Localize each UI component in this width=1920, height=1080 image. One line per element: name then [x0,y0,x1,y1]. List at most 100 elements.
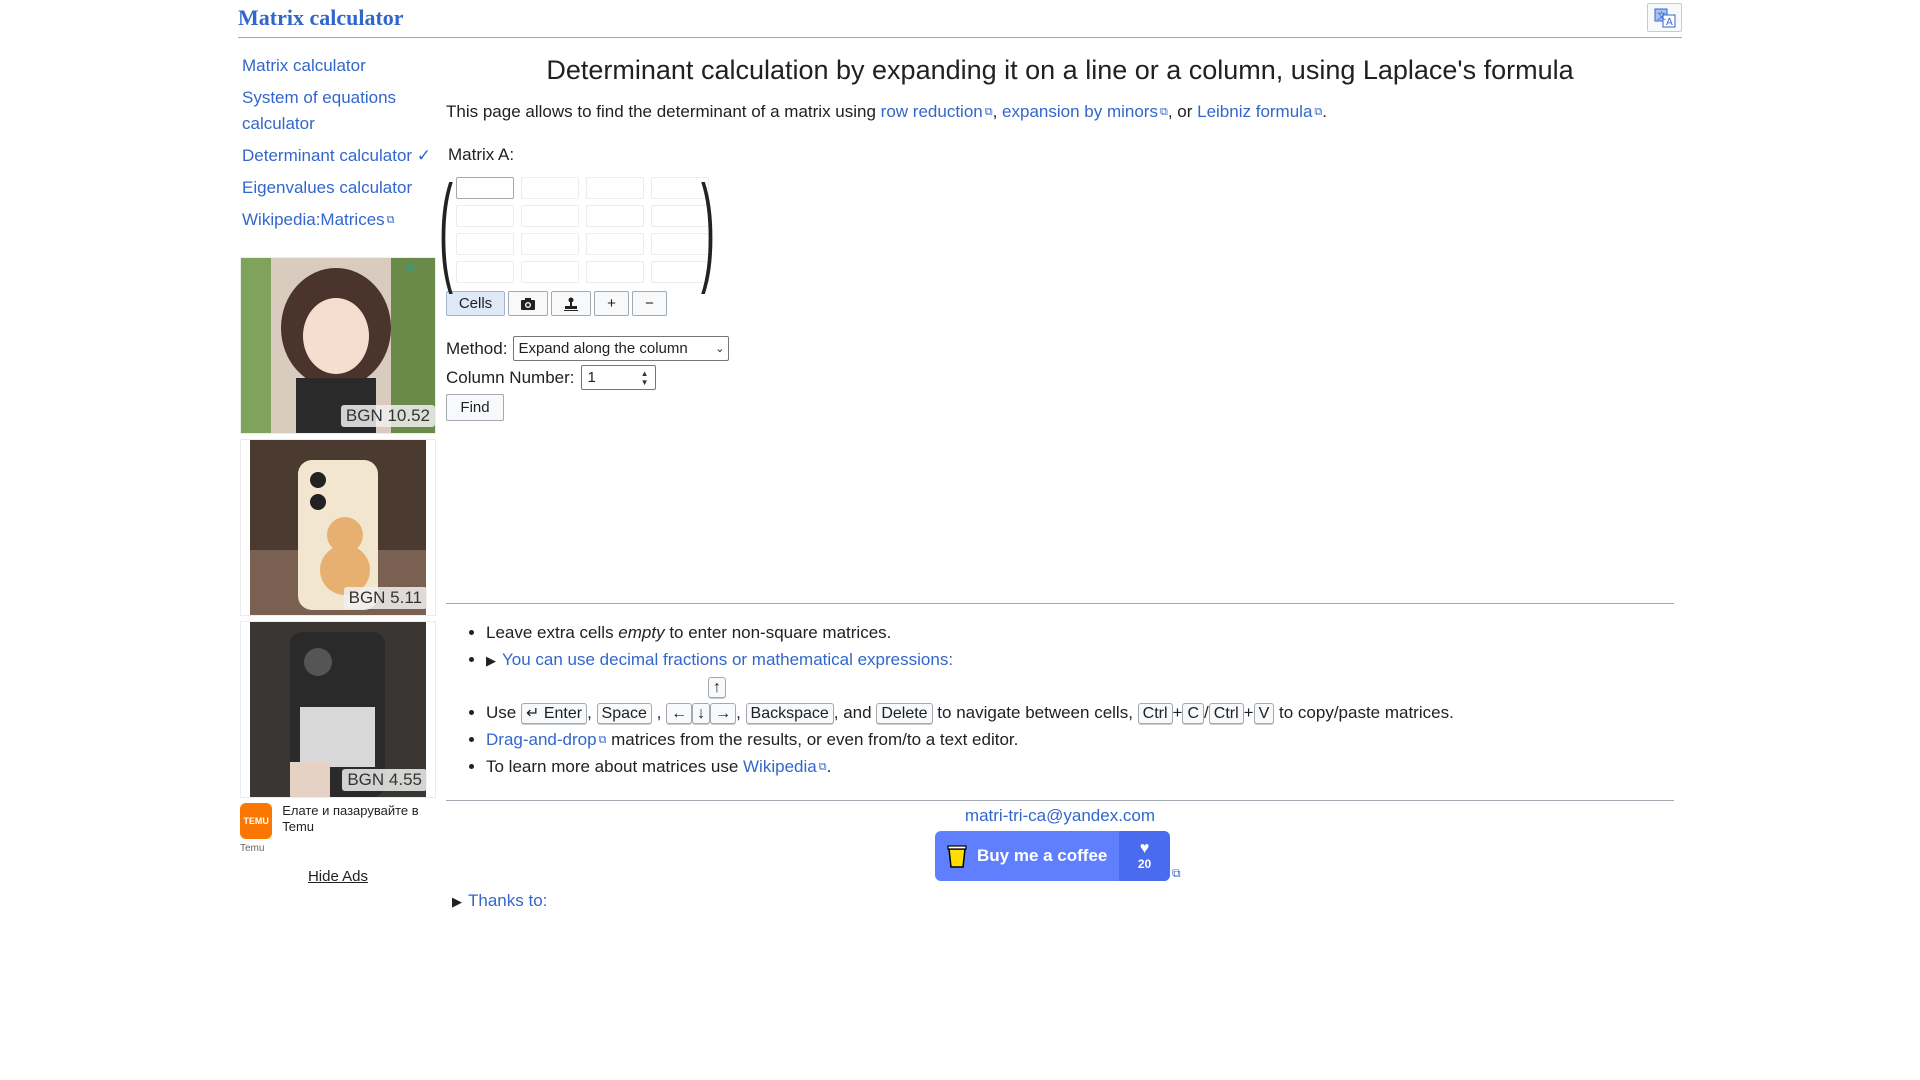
chevron-down-icon: ⌄ [715,343,725,355]
matrix-cell[interactable] [521,177,579,199]
help-text: To learn more about matrices use [486,757,744,776]
help-text: to navigate between cells, [932,703,1138,722]
help-text: Leave extra cells [486,623,619,642]
sidebar-item-system-of-equations[interactable]: System of equations calculator [238,82,438,140]
matrix-cell[interactable] [586,233,644,255]
key-backspace: Backspace [745,703,834,724]
key-delete: Delete [876,703,933,724]
drag-and-drop-link[interactable]: Drag-and-drop [486,730,597,749]
expand-triangle-icon[interactable]: ▶ [452,894,462,909]
sidebar-item-wikipedia[interactable]: Wikipedia:Matrices ⧉ [238,204,438,236]
thanks-section: ▶ Thanks to: [452,891,547,911]
matrix-input: ( ) [439,168,746,288]
separator: , [992,102,1003,121]
method-select[interactable]: Expand along the column ⌄ [513,336,730,361]
camera-icon [521,297,535,310]
list-item: ▶ You can use decimal fractions or mathem… [486,648,1674,673]
coffee-label: Buy me a coffee [977,846,1108,865]
thanks-toggle[interactable]: Thanks to: [468,891,547,910]
ad-advertiser-label: Temu [240,843,265,854]
left-parenthesis: ( [438,161,453,295]
matrix-cell[interactable] [521,205,579,227]
sidebar-item-label: Wikipedia:Matrices [242,210,385,229]
column-number-value: 1 [587,369,596,386]
key-ctrl: Ctrl [1208,703,1244,724]
translate-button[interactable]: 文 A [1647,3,1682,32]
svg-text:A: A [1666,17,1673,28]
find-button[interactable]: Find [446,394,504,421]
column-number-input[interactable]: 1 ▲ ▼ [580,365,656,390]
link-row-reduction[interactable]: row reduction [881,102,983,121]
stamp-button[interactable] [551,291,591,316]
coffee-main: Buy me a coffee [935,831,1119,881]
temu-logo: TEMU [240,803,273,839]
remove-cells-button[interactable]: − [632,291,667,316]
ad-card[interactable]: BGN 5.11 [240,439,436,616]
key-left: ← [666,703,693,724]
adchoices-icon[interactable]: ▷ [409,260,417,273]
key-c: C [1182,703,1205,724]
cells-button[interactable]: Cells [446,291,505,316]
matrix-cell[interactable] [456,261,514,283]
key-ctrl: Ctrl [1137,703,1173,724]
matrix-cell[interactable] [521,233,579,255]
camera-button[interactable] [508,291,548,316]
external-link-icon: ⧉ [1159,106,1168,118]
matrix-cell[interactable] [456,205,514,227]
ad-card[interactable]: BGN 4.55 [240,621,436,798]
ad-card[interactable]: BGN 10.52 ▷ ⋮ [240,257,436,434]
wikipedia-link[interactable]: Wikipedia [743,757,817,776]
separator: , or [1167,102,1198,121]
ad-menu-icon[interactable]: ⋮ [420,260,431,273]
list-item: Leave extra cells empty to enter non-squ… [486,621,1674,645]
expand-triangle-icon[interactable]: ▶ [486,653,496,668]
external-link-icon: ⧉ [818,761,827,773]
matrix-cell[interactable] [586,177,644,199]
spinner-arrows-icon[interactable]: ▲ ▼ [641,369,649,387]
ad-price: BGN 4.55 [342,769,427,791]
sentence-end: . [1322,102,1327,121]
email-link[interactable]: matri-tri-ca@yandex.com [965,806,1155,825]
buy-me-a-coffee-button[interactable]: Buy me a coffee ♥ 20 [935,831,1170,881]
svg-text:文: 文 [1657,10,1666,22]
matrix-cell[interactable] [521,261,579,283]
sidebar-item-determinant[interactable]: Determinant calculator ✓ [238,140,438,172]
list-item: ↑ Use ↵ Enter, Space , ←↓→, Backspace, a… [486,676,1674,725]
sidebar: Matrix calculator System of equations ca… [238,50,438,236]
translate-icon: 文 A [1654,8,1675,28]
key-up: ↑ [708,677,726,698]
help-text: matrices from the results, or even from/… [606,730,1019,749]
help-text: to enter non-square matrices. [664,623,892,642]
method-row: Method: Expand along the column ⌄ [446,336,1674,361]
link-leibniz-formula[interactable]: Leibniz formula [1197,102,1312,121]
key-v: V [1253,703,1275,724]
key-enter: ↵ Enter [520,703,588,724]
matrix-cell[interactable] [586,261,644,283]
ads-panel: BGN 10.52 ▷ ⋮ BGN 5.11 BGN 4.55 TEMU Ела… [240,257,436,885]
page-title: Determinant calculation by expanding it … [546,55,1574,85]
expressions-toggle[interactable]: You can use decimal fractions or mathema… [502,650,953,669]
link-expansion-by-minors[interactable]: expansion by minors [1002,102,1158,121]
matrix-cell[interactable] [456,233,514,255]
site-title[interactable]: Matrix calculator [238,5,404,31]
coffee-count-value: 20 [1137,857,1152,871]
column-number-label: Column Number: [446,367,575,387]
heart-icon: ♥ [1139,840,1150,857]
header: Matrix calculator 文 A [238,0,1682,38]
sidebar-item-matrix-calculator[interactable]: Matrix calculator [238,50,438,82]
sidebar-item-eigenvalues[interactable]: Eigenvalues calculator [238,172,438,204]
help-emphasis: empty [618,623,665,642]
ad-price: BGN 10.52 [340,405,435,427]
coffee-cup-icon [947,845,967,868]
hide-ads-link[interactable]: Hide Ads [240,868,436,885]
temu-ad[interactable]: TEMU Елате и пазарувайте в Temu [240,803,436,839]
ad-price: BGN 5.11 [343,587,427,609]
key-space: Space [596,703,652,724]
matrix-cell[interactable] [456,177,514,199]
matrix-label: Matrix A: [448,145,515,164]
external-link-icon: ⧉ [1172,866,1181,880]
matrix-cell[interactable] [586,205,644,227]
help-text: , and [833,703,877,722]
add-cells-button[interactable]: + [594,291,629,316]
external-link-icon: ⧉ [386,214,395,226]
